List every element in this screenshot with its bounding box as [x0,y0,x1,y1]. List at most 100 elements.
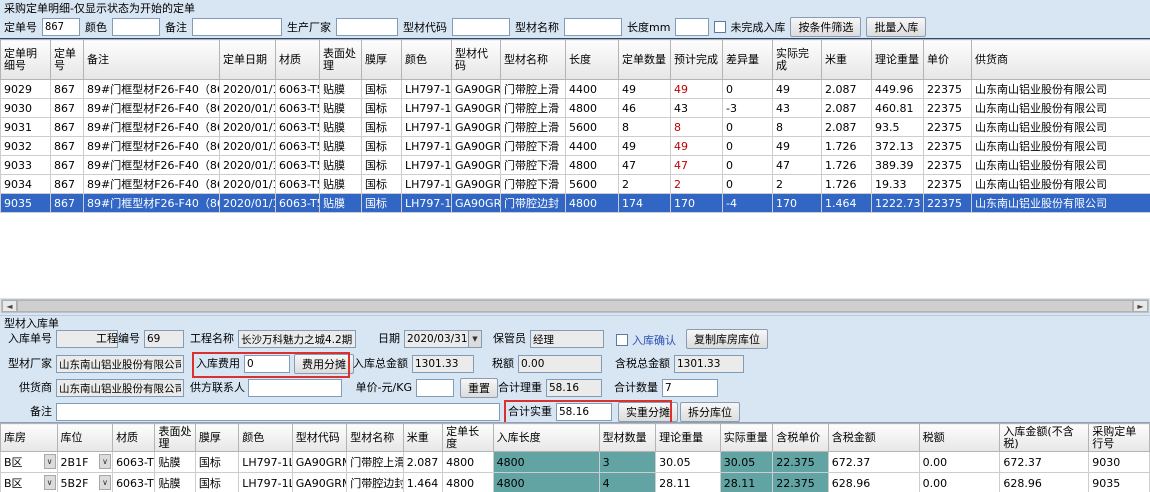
table-cell[interactable]: GA90GRM03 [452,99,501,118]
table-cell[interactable]: 3 [599,452,656,473]
table-row[interactable]: 903386789#门框型材F26-F40（866+867）2020/01/13… [1,156,1150,175]
column-header[interactable]: 定单数量 [619,40,671,80]
table-cell[interactable]: 6063-T5 [276,99,320,118]
table-cell[interactable]: 1.726 [822,156,872,175]
table-cell[interactable]: 672.37 [828,452,919,473]
table-cell[interactable]: 1.726 [822,175,872,194]
table-cell[interactable]: 672.37 [1000,452,1089,473]
table-cell[interactable]: 2020/01/13 [220,137,276,156]
table-cell[interactable]: 9034 [1,175,51,194]
table-cell[interactable]: 2 [619,175,671,194]
table-cell[interactable]: 9032 [1,137,51,156]
column-header[interactable]: 含税金额 [828,424,919,452]
table-cell[interactable]: GA90GRM03 [292,452,347,473]
table-row[interactable]: 903486789#门框型材F26-F40（866+867）2020/01/13… [1,175,1150,194]
table-cell[interactable]: 门带腔下滑 [501,156,566,175]
copy-location-button[interactable]: 复制库房库位 [686,329,768,349]
table-cell[interactable]: 170 [773,194,822,213]
table-cell[interactable]: 0 [723,118,773,137]
scroll-left-button[interactable]: ◄ [2,300,17,312]
table-cell[interactable]: 门带腔上滑 [501,118,566,137]
batch-inbound-button[interactable]: 批量入库 [866,17,926,37]
table-cell[interactable]: 4800 [566,156,619,175]
table-cell[interactable]: B区∨ [1,473,58,492]
table-cell[interactable]: 5600 [566,118,619,137]
date-picker[interactable]: 2020/03/31 ▼ [404,330,482,348]
table-cell[interactable]: 9033 [1,156,51,175]
table-cell[interactable]: 47 [671,156,723,175]
table-cell[interactable]: 国标 [195,452,238,473]
column-header[interactable]: 膜厚 [362,40,402,80]
table-cell[interactable]: 4800 [493,473,599,492]
table-cell[interactable]: 867 [51,175,84,194]
table-cell[interactable]: 9031 [1,118,51,137]
profile-name-input[interactable] [564,18,622,36]
table-cell[interactable]: 2020/01/13 [220,194,276,213]
table-cell[interactable]: 5B2F∨ [57,473,113,492]
table-cell[interactable]: 22375 [924,80,972,99]
tax-input[interactable] [518,355,602,373]
table-cell[interactable]: 6063-T5 [276,80,320,99]
table-cell[interactable]: 0.00 [919,473,1000,492]
table-cell[interactable]: 89#门框型材F26-F40（866+867） [84,175,220,194]
table-cell[interactable]: 国标 [362,118,402,137]
table-cell[interactable]: 国标 [362,80,402,99]
table-cell[interactable]: 89#门框型材F26-F40（866+867） [84,137,220,156]
column-header[interactable]: 型材代码 [452,40,501,80]
table-cell[interactable]: 28.11 [720,473,773,492]
remark-field-input[interactable] [56,403,500,421]
table-cell[interactable]: 43 [773,99,822,118]
table-cell[interactable]: 47 [619,156,671,175]
table-cell[interactable]: GA90GRM03 [452,80,501,99]
scrollbar-thumb[interactable] [17,300,1133,312]
tax-total-input[interactable] [674,355,744,373]
length-input[interactable] [675,18,709,36]
table-cell[interactable]: 46 [619,99,671,118]
column-header[interactable]: 长度 [566,40,619,80]
unit-price-input[interactable] [416,379,454,397]
table-cell[interactable]: 贴膜 [155,473,195,492]
column-header[interactable]: 库位 [57,424,113,452]
column-header[interactable]: 定单日期 [220,40,276,80]
calendar-dropdown-icon[interactable]: ▼ [468,330,482,348]
table-cell[interactable]: 4800 [566,194,619,213]
table-cell[interactable]: 89#门框型材F26-F40（866+867） [84,156,220,175]
table-cell[interactable]: LH797-1LL0 [402,175,452,194]
table-cell[interactable]: 867 [51,194,84,213]
project-name-input[interactable] [238,330,356,348]
total-qty-input[interactable] [662,379,718,397]
column-header[interactable]: 税额 [919,424,1000,452]
column-header[interactable]: 米重 [403,424,442,452]
table-cell[interactable]: 4 [599,473,656,492]
table-cell[interactable]: 30.05 [656,452,721,473]
table-cell[interactable]: 6063-T5 [276,156,320,175]
table-cell[interactable]: 389.39 [872,156,924,175]
column-header[interactable]: 实际重量 [720,424,773,452]
table-cell[interactable]: 1.464 [403,473,442,492]
filter-by-condition-button[interactable]: 按条件筛选 [790,17,861,37]
column-header[interactable]: 理论重量 [872,40,924,80]
supplier-input[interactable] [56,379,184,397]
column-header[interactable]: 预计完成 [671,40,723,80]
table-cell[interactable]: 43 [671,99,723,118]
column-header[interactable]: 供货商 [972,40,1150,80]
table-cell[interactable]: 2020/01/13 [220,175,276,194]
table-cell[interactable]: 49 [773,80,822,99]
inbound-confirm-checkbox[interactable] [616,334,628,346]
column-header[interactable]: 材质 [276,40,320,80]
keeper-input[interactable] [530,330,604,348]
table-cell[interactable]: 2020/01/13 [220,118,276,137]
column-header[interactable]: 入库金额(不含税) [1000,424,1089,452]
column-header[interactable]: 差异量 [723,40,773,80]
table-cell[interactable]: 门带腔上滑 [501,99,566,118]
table-cell[interactable]: 国标 [362,137,402,156]
column-header[interactable]: 膜厚 [195,424,238,452]
table-cell[interactable]: LH797-1LL0 [402,156,452,175]
table-cell[interactable]: 49 [773,137,822,156]
table-cell[interactable]: 门带腔边封 [347,473,404,492]
table-cell[interactable]: 30.05 [720,452,773,473]
column-header[interactable]: 材质 [113,424,155,452]
column-header[interactable]: 含税单价 [773,424,829,452]
column-header[interactable]: 型材名称 [347,424,404,452]
table-cell[interactable]: 89#门框型材F26-F40（866+867） [84,194,220,213]
